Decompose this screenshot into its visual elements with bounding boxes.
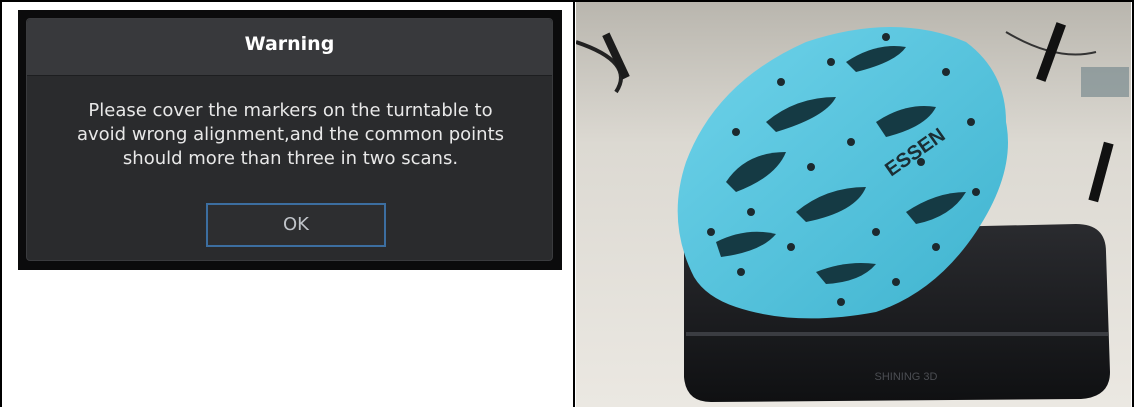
dialog-screenshot: Warning Please cover the markers on the … <box>18 10 562 270</box>
stand-plate <box>1081 67 1129 97</box>
helmet-photo: SHINING 3D ESSEN <box>576 2 1131 407</box>
dialog-message-line: should more than three in two scans. <box>122 148 459 169</box>
turntable-rim <box>686 332 1108 336</box>
dialog-title-bar: Warning <box>27 19 552 76</box>
dialog-message: Please cover the markers on the turntabl… <box>47 99 534 171</box>
dialog-message-line: avoid wrong alignment,and the common poi… <box>76 124 505 145</box>
right-cell: SHINING 3D ESSEN <box>576 2 1131 407</box>
dialog-title: Warning <box>244 33 335 55</box>
table-border-middle <box>573 0 575 407</box>
left-cell: Warning Please cover the markers on the … <box>2 2 573 407</box>
warning-dialog: Warning Please cover the markers on the … <box>26 18 553 261</box>
turntable-label: SHINING 3D <box>875 371 938 383</box>
ok-button[interactable]: OK <box>206 203 386 247</box>
document-table: Warning Please cover the markers on the … <box>0 0 1134 407</box>
dialog-message-line: Please cover the markers on the turntabl… <box>88 100 493 121</box>
